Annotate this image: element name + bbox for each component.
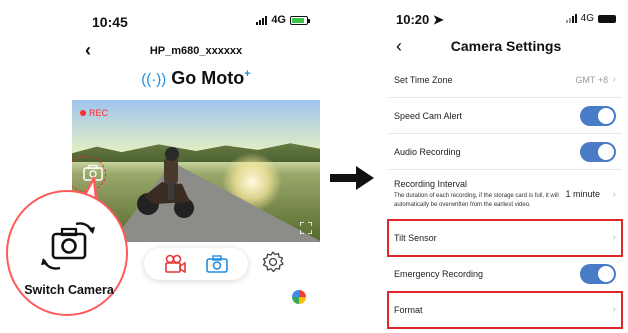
setting-label: Set Time Zone: [394, 74, 453, 85]
status-indicators: 4G: [565, 13, 616, 24]
arrow-right-icon: [330, 166, 374, 190]
map-icon[interactable]: [292, 290, 306, 304]
setting-label: Format: [394, 304, 423, 315]
setting-label: Speed Cam Alert: [394, 110, 463, 121]
setting-label: Tilt Sensor: [394, 232, 437, 243]
status-time: 10:20 ➤: [396, 12, 444, 27]
gear-icon[interactable]: [261, 250, 285, 274]
status-time: 10:45: [92, 14, 128, 30]
location-arrow-icon: ➤: [432, 12, 444, 27]
setting-label: Emergency Recording: [394, 268, 484, 279]
rec-label: REC: [89, 108, 109, 118]
wireless-icon: ((·)): [141, 71, 167, 88]
camera-icon[interactable]: [206, 255, 228, 273]
audio-recording-toggle[interactable]: [580, 141, 616, 162]
chevron-right-icon: ›: [612, 74, 616, 85]
chevron-right-icon: ›: [612, 304, 616, 315]
brand-plus: +: [244, 68, 251, 80]
setting-recording-interval[interactable]: Recording Interval The duration of each …: [388, 170, 622, 220]
setting-time-zone[interactable]: Set Time Zone GMT +8 ›: [388, 62, 622, 98]
setting-speed-cam-alert: Speed Cam Alert: [388, 98, 622, 134]
status-indicators: 4G: [256, 14, 310, 26]
network-label: 4G: [580, 13, 594, 24]
setting-value: 1 minute: [565, 189, 600, 199]
setting-label: Recording Interval: [394, 179, 468, 189]
network-label: 4G: [271, 14, 286, 26]
motorcycle-rider-image: [137, 147, 194, 218]
setting-tilt-sensor[interactable]: Tilt Sensor ›: [387, 219, 623, 257]
battery-icon: [598, 14, 616, 23]
setting-audio-recording: Audio Recording: [388, 134, 622, 170]
emergency-recording-toggle[interactable]: [580, 263, 616, 284]
rec-dot-icon: [80, 110, 86, 116]
signal-icon: [565, 14, 577, 23]
right-phone-screen: 10:20 ➤ 4G ‹ Camera Settings Set Time Zo…: [384, 0, 628, 333]
setting-label: Audio Recording: [394, 146, 461, 157]
speed-cam-alert-toggle[interactable]: [580, 105, 616, 126]
setting-description: The duration of each recording, if the s…: [394, 193, 559, 208]
battery-icon: [290, 15, 310, 25]
setting-emergency-recording: Emergency Recording: [388, 256, 622, 292]
capture-controls: [144, 248, 248, 280]
switch-camera-label: Switch Camera: [24, 283, 114, 297]
signal-icon: [256, 15, 268, 25]
video-record-icon[interactable]: [164, 254, 186, 274]
chevron-right-icon: ›: [612, 189, 616, 200]
camera-switch-large-icon: [41, 222, 95, 270]
brand-name: Go Moto: [171, 68, 245, 88]
chevron-right-icon: ›: [612, 232, 616, 243]
fullscreen-icon[interactable]: [300, 222, 312, 234]
setting-value: GMT +8: [575, 74, 608, 85]
device-name: HP_m680_xxxxxx: [149, 45, 243, 57]
settings-list: Set Time Zone GMT +8 › Speed Cam Alert A…: [387, 62, 623, 329]
recording-indicator: REC: [80, 108, 108, 118]
app-logo: ((·)) Go Moto+: [72, 68, 320, 89]
page-title: Camera Settings: [450, 38, 562, 54]
setting-format[interactable]: Format ›: [387, 291, 623, 329]
